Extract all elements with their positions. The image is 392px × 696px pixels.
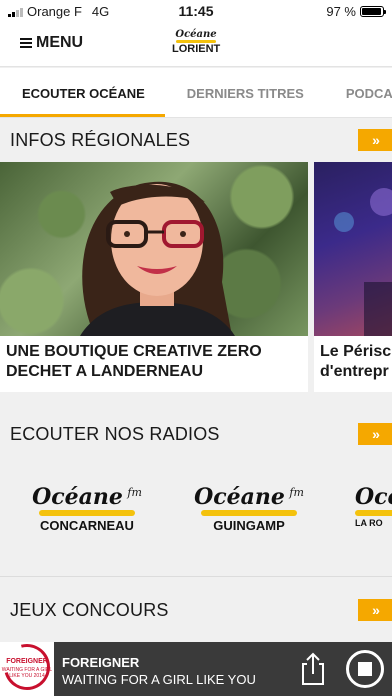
section-title: ECOUTER NOS RADIOS: [10, 424, 220, 444]
album-cover: FOREIGNER WAITING FOR A GIRL LIKE YOU 20…: [0, 642, 54, 696]
section-jeux-concours: JEUX CONCOURS »: [0, 590, 392, 634]
radio-city: GUINGAMP: [213, 518, 285, 533]
station-logo[interactable]: Océane LORIENT: [172, 29, 221, 56]
section-title: JEUX CONCOURS: [10, 600, 169, 620]
radio-fm: fm: [127, 486, 142, 499]
logo-city: LORIENT: [172, 43, 221, 55]
radio-city: LA RO: [355, 518, 383, 528]
news-photo: [0, 162, 308, 336]
section-radios: ECOUTER NOS RADIOS »: [0, 414, 392, 458]
radio-brand: Océane: [194, 484, 285, 510]
track-title: WAITING FOR A GIRL LIKE YOU: [62, 672, 256, 687]
track-artist: FOREIGNER: [62, 655, 140, 670]
radio-concarneau[interactable]: Océane fm CONCARNEAU: [32, 486, 142, 542]
double-chevron-icon: »: [372, 602, 380, 618]
news-card[interactable]: Le Périsc d'entrepr: [314, 162, 392, 392]
radios-carousel[interactable]: Océane fm CONCARNEAU Océane fm GUINGAMP …: [0, 460, 392, 570]
news-photo: [314, 162, 392, 336]
radio-brand: Océane: [355, 484, 392, 510]
cover-band: FOREIGNER: [6, 658, 48, 665]
logo-swoosh: [355, 510, 392, 516]
stop-icon: [358, 662, 372, 676]
news-headline: UNE BOUTIQUE CREATIVE ZERO DECHET A LAND…: [6, 343, 262, 380]
battery-icon: [360, 6, 386, 17]
hamburger-icon: [20, 38, 32, 48]
more-infos-button[interactable]: »: [358, 129, 392, 151]
share-button[interactable]: [298, 652, 328, 686]
cover-song: WAITING FOR A GIRL LIKE YOU 2014: [1, 667, 53, 679]
tab-derniers-titres[interactable]: DERNIERS TITRES: [187, 68, 304, 117]
share-icon: [302, 652, 324, 685]
logo-swoosh: [39, 510, 135, 516]
tab-ecouter-oceane[interactable]: ECOUTER OCÉANE: [0, 68, 165, 117]
double-chevron-icon: »: [372, 132, 380, 148]
radio-fm: fm: [289, 486, 304, 499]
more-jeux-button[interactable]: »: [358, 599, 392, 621]
news-carousel[interactable]: UNE BOUTIQUE CREATIVE ZERO DECHET A LAND…: [0, 162, 392, 392]
logo-brand: Océane: [175, 29, 217, 40]
track-info: FOREIGNER WAITING FOR A GIRL LIKE YOU: [62, 655, 256, 687]
status-bar: Orange F 4G 11:45 97 %: [0, 0, 392, 22]
tab-podcast[interactable]: PODCAST: [346, 68, 392, 117]
news-headline: Le Périsc d'entrepr: [320, 343, 392, 380]
tab-bar: ECOUTER OCÉANE DERNIERS TITRES PODCAST: [0, 68, 392, 118]
now-playing-bar[interactable]: FOREIGNER WAITING FOR A GIRL LIKE YOU 20…: [0, 642, 392, 696]
divider: [0, 576, 392, 577]
portrait-illustration: [80, 181, 235, 336]
stage-illustration: [334, 188, 392, 336]
logo-swoosh: [201, 510, 297, 516]
app-header: MENU Océane LORIENT: [0, 22, 392, 67]
stop-button[interactable]: [346, 650, 384, 688]
battery-percent: 97 %: [326, 4, 356, 19]
more-radios-button[interactable]: »: [358, 423, 392, 445]
radio-guingamp[interactable]: Océane fm GUINGAMP: [194, 486, 304, 542]
radio-la-ro[interactable]: Océane fm LA RO: [355, 486, 392, 542]
radio-brand: Océane: [32, 484, 123, 510]
double-chevron-icon: »: [372, 426, 380, 442]
menu-label: MENU: [36, 34, 84, 51]
radio-city: CONCARNEAU: [40, 518, 134, 533]
menu-button[interactable]: MENU: [20, 34, 83, 52]
section-infos-regionales: INFOS RÉGIONALES »: [0, 120, 392, 164]
news-card[interactable]: UNE BOUTIQUE CREATIVE ZERO DECHET A LAND…: [0, 162, 308, 392]
section-title: INFOS RÉGIONALES: [10, 130, 191, 150]
